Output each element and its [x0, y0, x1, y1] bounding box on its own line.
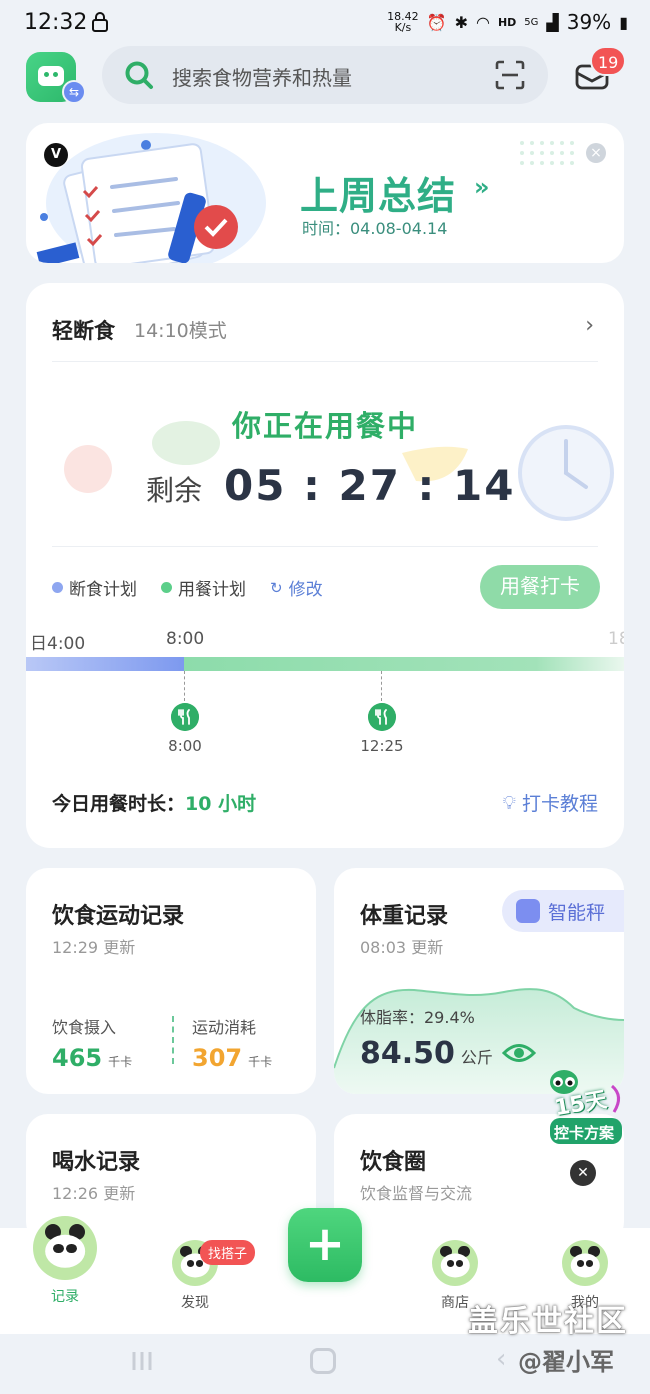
- alarm-icon: ⏰: [426, 12, 447, 32]
- meal-icon[interactable]: [368, 703, 396, 731]
- timeline-eat-start-label: 8:00: [166, 629, 205, 649]
- search-placeholder: 搜索食物营养和热量: [172, 66, 352, 90]
- close-icon[interactable]: ×: [586, 143, 606, 163]
- promo-label: 控卡方案: [554, 1124, 615, 1142]
- signal-indicator: 5G: [524, 16, 539, 28]
- refresh-icon: ↻: [270, 578, 283, 597]
- card-updated: 08:03 更新: [360, 938, 444, 957]
- weight-value: 84.50 公斤: [360, 1036, 493, 1071]
- remaining-label: 剩余: [146, 474, 203, 507]
- divider: [172, 1016, 174, 1064]
- bluetooth-icon: ✱: [454, 12, 468, 32]
- back-icon[interactable]: ‹: [496, 1344, 506, 1374]
- modify-link[interactable]: ↻ 修改: [270, 575, 323, 601]
- legend-eating: 用餐计划: [161, 575, 246, 600]
- meal-time: 12:25: [360, 737, 404, 755]
- status-bar: 12:32 18.42 K/s ⏰ ✱ ◠ HD 5G ▟ 39% ▮: [0, 0, 650, 48]
- vip-logo: V: [44, 143, 68, 167]
- card-title: 饮食运动记录: [52, 904, 185, 929]
- timeline-start-label: 日4:00: [30, 634, 86, 654]
- checkin-tutorial-link[interactable]: 💡︎ 打卡教程: [503, 789, 598, 816]
- hd-indicator: HD: [497, 15, 517, 29]
- banner-title: 上周总结: [300, 174, 457, 218]
- add-button[interactable]: +: [288, 1208, 362, 1282]
- find-partner-badge: 找搭子: [200, 1240, 256, 1265]
- home-icon[interactable]: [310, 1348, 336, 1374]
- card-title: 饮食圈: [360, 1150, 427, 1175]
- card-title: 体重记录: [360, 904, 449, 929]
- battery-icon: ▮: [619, 12, 628, 32]
- wifi-icon: ◠: [475, 12, 490, 32]
- signal-icon: ▟: [546, 12, 559, 32]
- fasting-title: 轻断食: [52, 319, 115, 343]
- close-icon[interactable]: ✕: [570, 1160, 596, 1186]
- body-fat-rate: 体脂率：29.4%: [360, 1008, 475, 1027]
- legend-dot: [52, 582, 63, 593]
- meal-marker-line: [184, 671, 185, 701]
- net-speed: 18.42 K/s: [387, 10, 419, 34]
- fasting-mode: 14:10模式: [134, 320, 227, 342]
- meal-time: 8:00: [168, 737, 202, 755]
- calorie-plan-promo[interactable]: 15天 控卡方案: [544, 1068, 626, 1148]
- recent-apps-icon[interactable]: [130, 1350, 154, 1372]
- status-icons: 18.42 K/s ⏰ ✱ ◠ HD 5G ▟ 39% ▮: [387, 10, 628, 34]
- meal-icon[interactable]: [171, 703, 199, 731]
- card-updated: 12:26 更新: [52, 1184, 136, 1203]
- meal-checkin-button[interactable]: 用餐打卡: [480, 565, 600, 609]
- today-eating-duration: 今日用餐时长：10 小时: [52, 793, 257, 815]
- card-title: 喝水记录: [52, 1150, 141, 1175]
- status-time: 12:32: [24, 10, 88, 35]
- legend-dot: [161, 582, 172, 593]
- weight-card[interactable]: 体重记录 08:03 更新 智能秤 体脂率：29.4% 84.50 公斤: [334, 868, 624, 1094]
- legend-fasting: 断食计划: [52, 575, 137, 600]
- search-bar[interactable]: 搜索食物营养和热量: [102, 46, 548, 104]
- watermark-community: 盖乐世社区: [468, 1304, 628, 1339]
- lock-icon: [92, 12, 108, 32]
- chevron-right-icon: »: [474, 173, 490, 201]
- panda-icon: [33, 1216, 97, 1280]
- smart-scale-button[interactable]: 智能秤: [502, 890, 624, 932]
- card-updated: 12:29 更新: [52, 938, 136, 957]
- timeline-fasting-bar: [26, 657, 184, 671]
- divider: [52, 361, 598, 362]
- remaining-time: 05 : 27 : 14: [224, 461, 516, 510]
- burn-value: 307 千卡: [192, 1044, 273, 1072]
- fasting-status: 你正在用餐中: [231, 409, 418, 443]
- swap-icon[interactable]: ⇆: [62, 80, 86, 104]
- watermark-author: @翟小军: [518, 1348, 614, 1376]
- timeline-end-label: 18: [608, 629, 624, 649]
- banner-date-range: 时间：04.08-04.14: [302, 219, 448, 238]
- plan-legend: 断食计划 用餐计划 ↻ 修改: [52, 575, 323, 600]
- card-subtitle: 饮食监督与交流: [360, 1184, 473, 1203]
- divider: [52, 546, 598, 547]
- battery-percent: 39%: [566, 10, 612, 34]
- scale-icon: [516, 899, 540, 923]
- intake-label: 饮食摄入: [52, 1018, 117, 1037]
- chevron-right-icon[interactable]: ›: [585, 313, 594, 338]
- panda-icon: [562, 1240, 608, 1286]
- summary-illustration: [36, 133, 266, 263]
- scan-icon[interactable]: [494, 59, 526, 91]
- diet-exercise-card[interactable]: 饮食运动记录 12:29 更新 饮食摄入 465 千卡 运动消耗 307 千卡: [26, 868, 316, 1094]
- burn-label: 运动消耗: [192, 1018, 257, 1037]
- mail-count-badge: 19: [590, 46, 627, 76]
- nav-record[interactable]: 记录: [20, 1216, 110, 1306]
- weekly-summary-banner[interactable]: V 上周总结 » 时间：04.08-04.14 ×: [26, 123, 624, 263]
- intake-value: 465 千卡: [52, 1044, 133, 1072]
- eye-icon[interactable]: [502, 1042, 536, 1064]
- panda-icon: [432, 1240, 478, 1286]
- lightbulb-icon: 💡︎: [502, 791, 516, 814]
- fasting-card: 轻断食 14:10模式 › 你正在用餐中 剩余 05 : 27 : 14 断食计…: [26, 283, 624, 848]
- meal-marker-line: [381, 671, 382, 701]
- dot-pattern: [520, 141, 574, 165]
- search-icon: [125, 61, 153, 89]
- timeline-eating-bar: [184, 657, 624, 671]
